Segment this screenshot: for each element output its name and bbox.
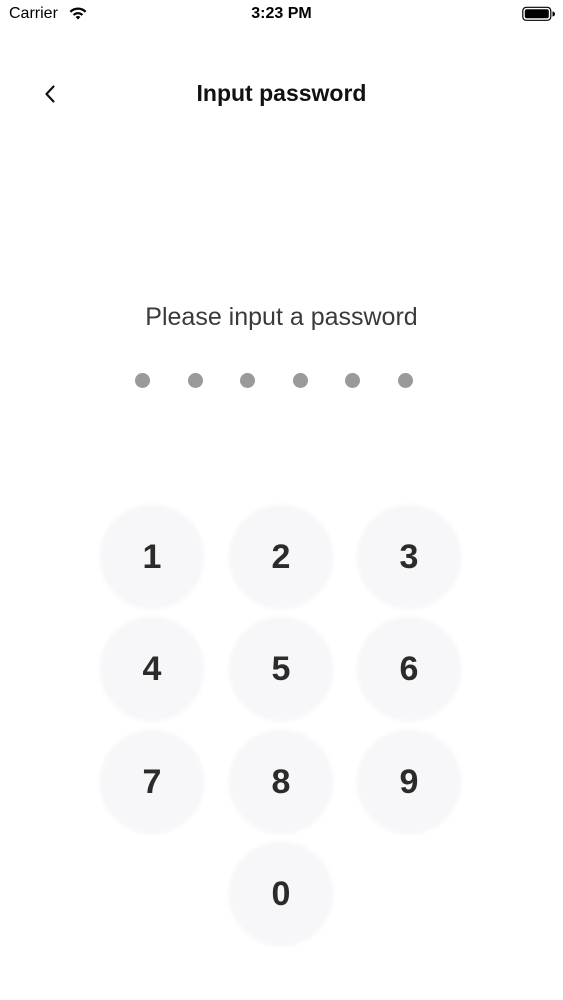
navigation-bar: Input password: [0, 62, 563, 128]
password-prompt: Please input a password: [145, 303, 418, 331]
key-3[interactable]: 3: [359, 507, 459, 607]
key-5[interactable]: 5: [231, 619, 331, 719]
battery-icon: [522, 6, 555, 21]
key-6[interactable]: 6: [359, 619, 459, 719]
password-dot: [187, 373, 203, 388]
key-7[interactable]: 7: [102, 732, 202, 832]
password-dot: [397, 373, 413, 388]
password-dot: [240, 373, 255, 388]
status-time: 3:23 PM: [251, 5, 312, 22]
password-dots: [135, 373, 415, 389]
screen: Carrier 3:23 PM Input password Please in…: [0, 0, 563, 1000]
key-4[interactable]: 4: [102, 619, 202, 719]
page-title: Input password: [196, 80, 367, 106]
password-dot: [135, 373, 150, 388]
password-dot: [292, 373, 308, 388]
key-0[interactable]: 0: [231, 844, 331, 944]
password-dot: [345, 373, 360, 388]
key-2[interactable]: 2: [231, 507, 331, 607]
status-bar: Carrier 3:23 PM: [0, 0, 563, 30]
key-8[interactable]: 8: [231, 732, 331, 832]
key-1[interactable]: 1: [102, 507, 202, 607]
number-keypad: 1 2 3 4 5 6 7 8 9 0: [0, 0, 563, 1000]
key-9[interactable]: 9: [359, 732, 459, 832]
